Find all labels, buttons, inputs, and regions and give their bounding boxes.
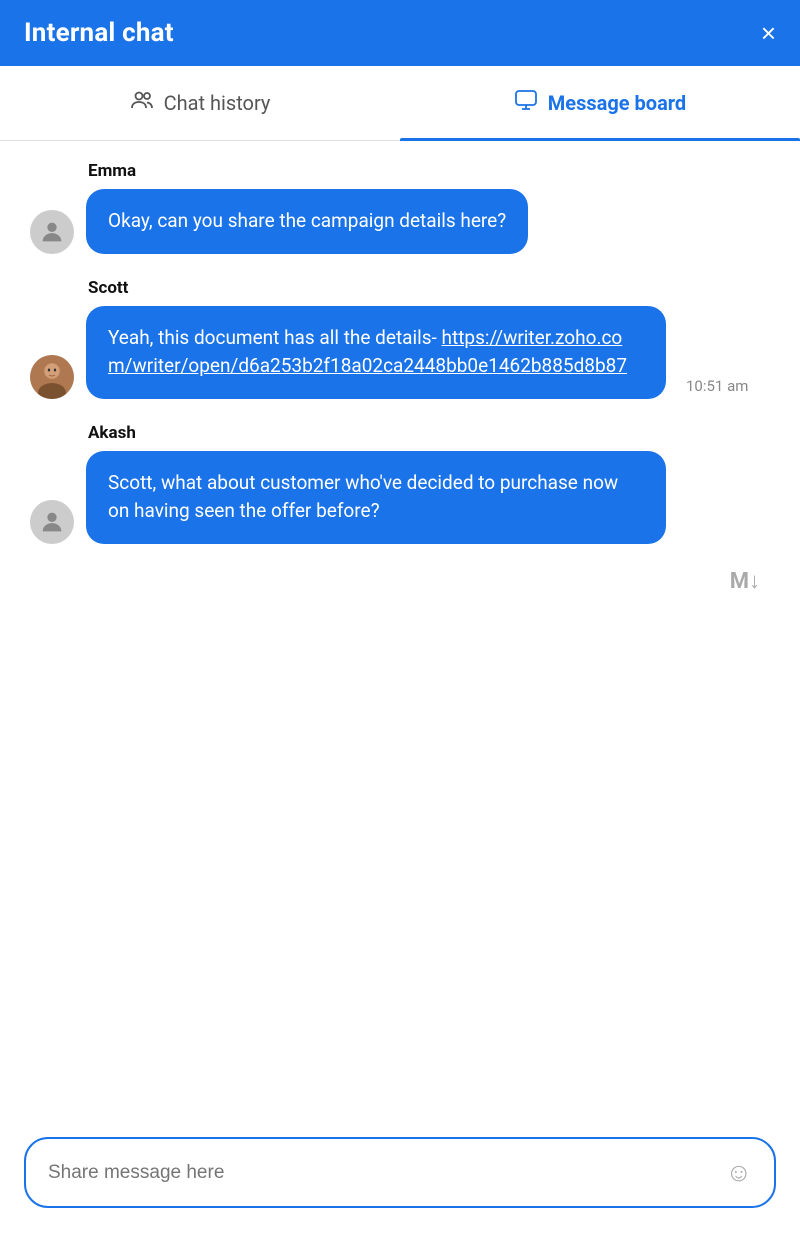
markdown-icon-row: M↓ bbox=[30, 568, 770, 594]
markdown-icon: M↓ bbox=[730, 568, 760, 594]
tab-chat-history-label: Chat history bbox=[164, 91, 271, 115]
bubble-akash: Scott, what about customer who've decide… bbox=[86, 451, 666, 544]
tab-message-board[interactable]: Message board bbox=[400, 66, 800, 140]
sender-name-scott: Scott bbox=[88, 278, 770, 298]
input-box: ☺ bbox=[24, 1137, 776, 1208]
sender-name-akash: Akash bbox=[88, 423, 770, 443]
message-text-akash: Scott, what about customer who've decide… bbox=[108, 471, 618, 523]
sender-name-emma: Emma bbox=[88, 161, 770, 181]
message-text-scott-prefix: Yeah, this document has all the details- bbox=[108, 326, 442, 349]
app-title: Internal chat bbox=[24, 18, 174, 48]
avatar-emma bbox=[30, 210, 74, 254]
message-group-emma: Emma Okay, can you share the campaign de… bbox=[30, 161, 770, 254]
tab-chat-history[interactable]: Chat history bbox=[0, 66, 400, 140]
messages-area: Emma Okay, can you share the campaign de… bbox=[0, 141, 800, 1121]
avatar-akash bbox=[30, 500, 74, 544]
message-text-emma: Okay, can you share the campaign details… bbox=[108, 209, 506, 232]
emoji-button[interactable]: ☺ bbox=[725, 1157, 752, 1188]
message-board-icon bbox=[514, 88, 538, 118]
message-row-emma: Okay, can you share the campaign details… bbox=[30, 189, 770, 254]
message-time-scott: 10:51 am bbox=[686, 377, 748, 399]
message-group-akash: Akash Scott, what about customer who've … bbox=[30, 423, 770, 544]
message-row-scott: Yeah, this document has all the details-… bbox=[30, 306, 770, 399]
bubble-emma: Okay, can you share the campaign details… bbox=[86, 189, 528, 254]
input-area: ☺ bbox=[0, 1121, 800, 1236]
header: Internal chat × bbox=[0, 0, 800, 66]
tab-message-board-label: Message board bbox=[548, 91, 686, 115]
app-container: Internal chat × Chat history bbox=[0, 0, 800, 1236]
bubble-scott: Yeah, this document has all the details-… bbox=[86, 306, 666, 399]
chat-history-icon bbox=[130, 88, 154, 118]
tabs-bar: Chat history Message board bbox=[0, 66, 800, 141]
avatar-scott bbox=[30, 355, 74, 399]
close-button[interactable]: × bbox=[761, 20, 776, 46]
message-group-scott: Scott Yeah, this document has al bbox=[30, 278, 770, 399]
message-input[interactable] bbox=[48, 1162, 715, 1184]
message-row-akash: Scott, what about customer who've decide… bbox=[30, 451, 770, 544]
